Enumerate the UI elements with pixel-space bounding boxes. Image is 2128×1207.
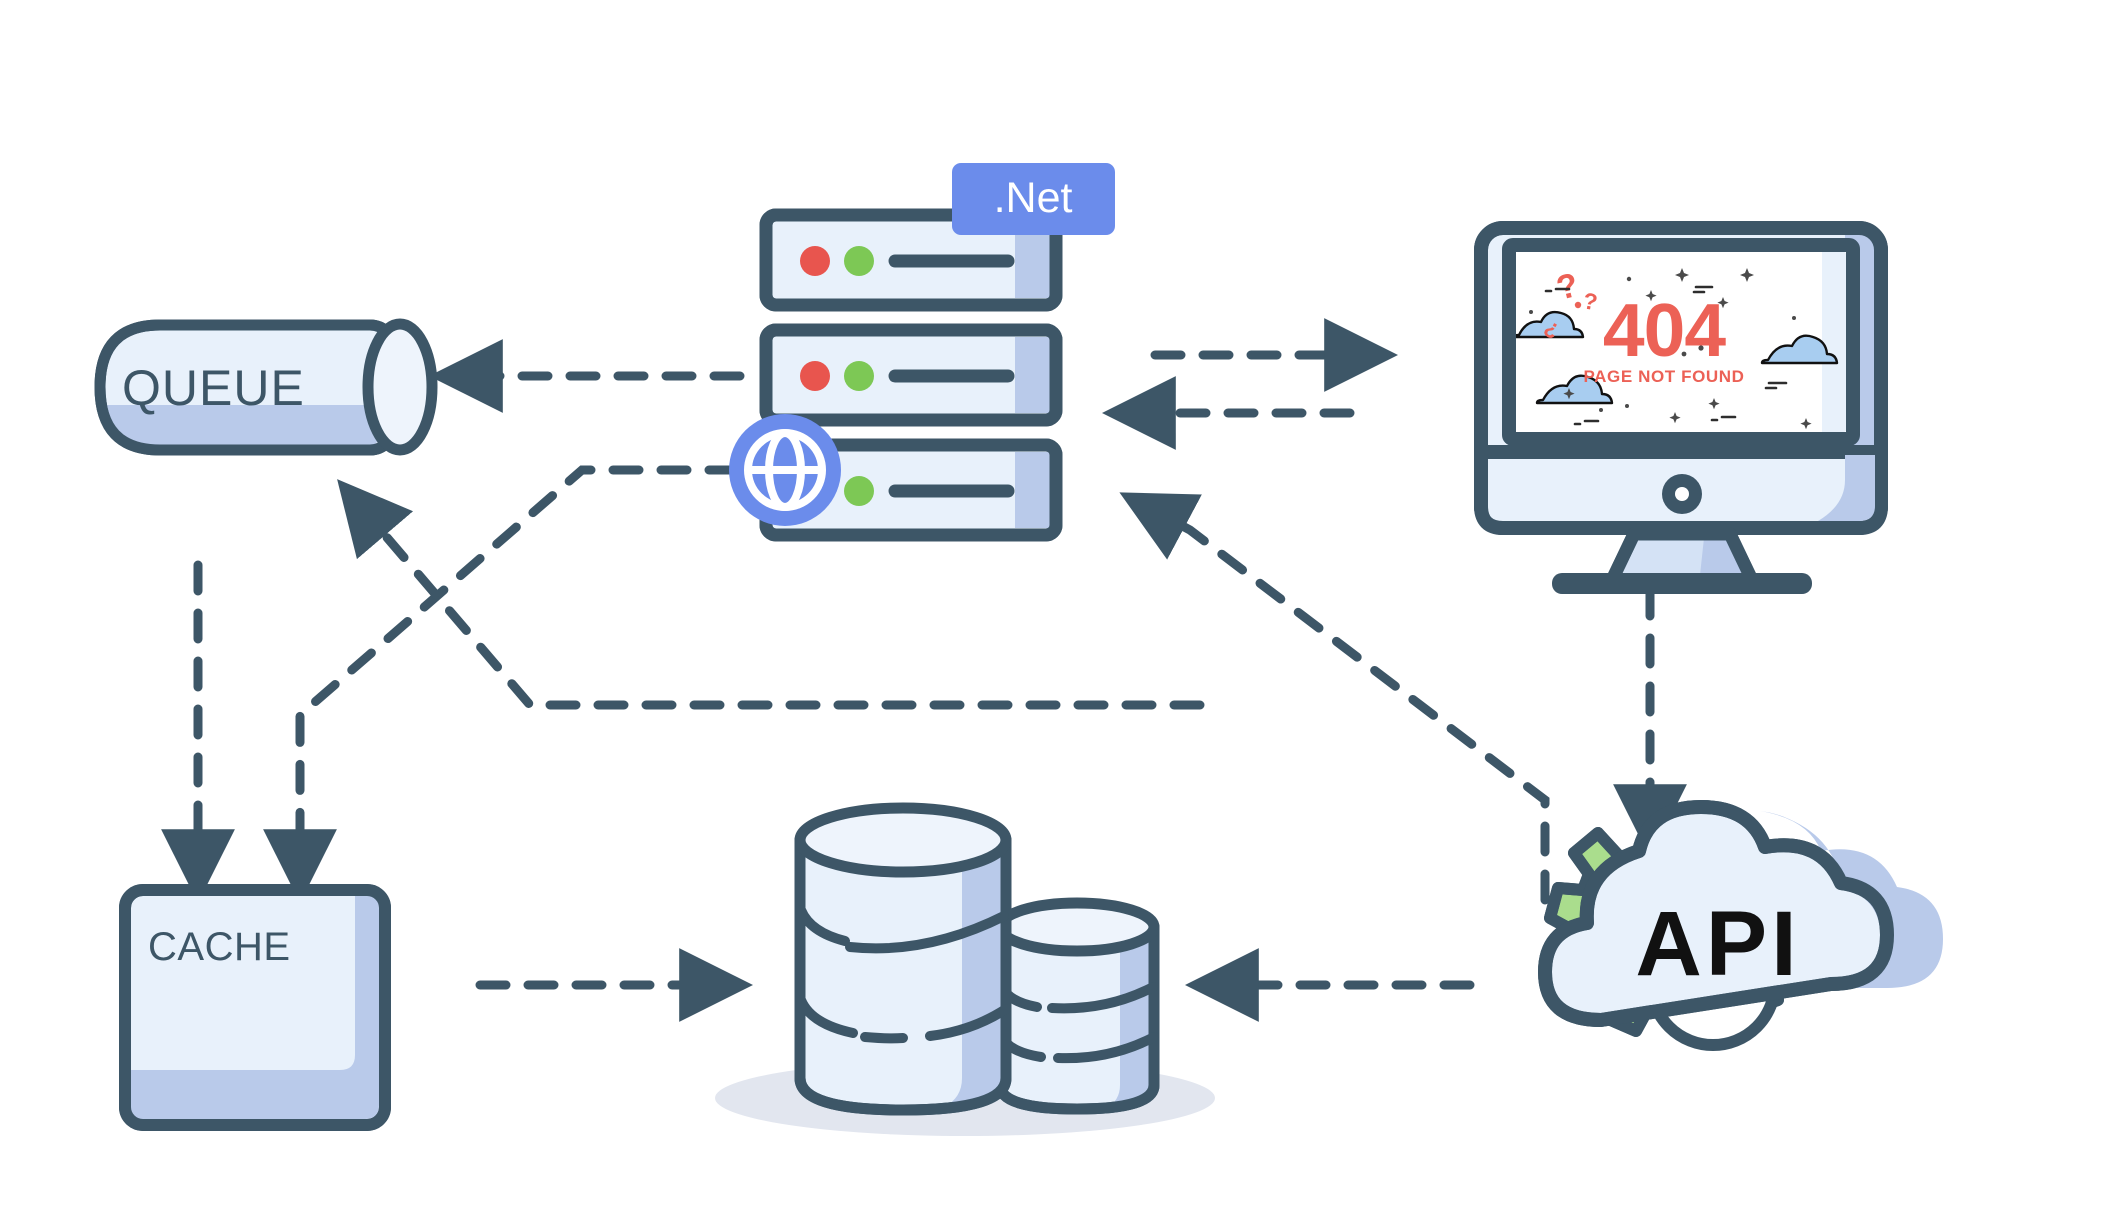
globe-icon[interactable] [729,414,841,526]
api-label: API [1635,893,1800,995]
node-database[interactable] [715,802,1215,1136]
error-message: PAGE NOT FOUND [1583,367,1744,386]
led-red [800,246,830,276]
dotnet-badge-label: .Net [994,174,1073,222]
queue-label: QUEUE [122,360,305,416]
diagram-canvas: QUEUE CACHE .Net ? ? ? 404 PAGE NOT FOUN… [0,0,2128,1207]
node-queue[interactable]: QUEUE [94,318,438,456]
monitor-screen: ? ? ? 404 PAGE NOT FOUND [1516,252,1846,432]
connection-database-to-queue [337,479,1205,710]
monitor-base [1552,573,1812,594]
node-server-stack[interactable]: .Net [729,163,1115,542]
led-red [800,361,830,391]
led-green [844,361,874,391]
connection-globe-to-cache [263,465,740,903]
error-code: 404 [1603,288,1726,372]
architecture-diagram: QUEUE CACHE .Net ? ? ? 404 PAGE NOT FOUN… [94,163,1943,1136]
database-cylinder-large [794,802,1012,1116]
dotnet-badge[interactable]: .Net [952,163,1115,235]
server-unit-2 [759,323,1063,427]
node-api[interactable]: API [1538,800,1943,1051]
queue-cap [362,318,438,456]
node-cache[interactable]: CACHE [119,884,391,1131]
connection-api-to-servers [1119,492,1550,905]
cache-label: CACHE [148,925,291,969]
led-green [844,246,874,276]
node-monitor[interactable]: ? ? ? 404 PAGE NOT FOUND [1474,221,1888,594]
database-cylinder-small [994,897,1160,1115]
led-green [844,476,874,506]
power-button-dot [1675,487,1689,501]
